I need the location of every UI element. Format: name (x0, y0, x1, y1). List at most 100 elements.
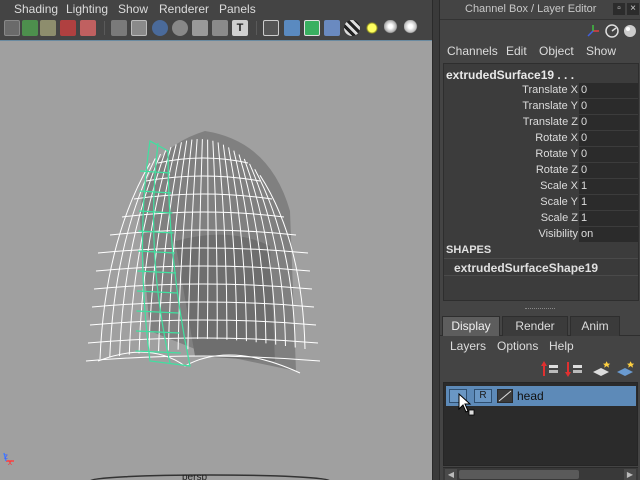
smooth-shade-icon[interactable] (284, 20, 300, 36)
bookmark-icon[interactable] (40, 20, 56, 36)
image-plane-icon[interactable] (60, 20, 76, 36)
layer-list: R head (443, 382, 638, 466)
scroll-left-icon[interactable]: ◀ (445, 469, 457, 480)
menu-panels[interactable]: Panels (219, 2, 256, 16)
attribute-name[interactable]: Rotate Z (536, 164, 578, 176)
layer-list-scrollbar[interactable]: ◀ ▶ (443, 467, 638, 480)
attribute-row: Translate Z 0 (444, 115, 638, 131)
select-camera-icon[interactable] (4, 20, 20, 36)
layer-color-swatch[interactable] (497, 389, 513, 403)
viewport-panel: Shading Lighting Show Renderer Panels T (0, 0, 432, 480)
camera-attributes-icon[interactable] (22, 20, 38, 36)
hyper-icon[interactable] (622, 23, 638, 39)
speed-icon[interactable] (604, 23, 620, 39)
axis-x-label: x (8, 458, 12, 467)
attribute-name[interactable]: Translate X (522, 84, 578, 96)
tab-display[interactable]: Display (442, 316, 500, 336)
move-layer-up-icon[interactable] (540, 360, 560, 378)
move-layer-down-icon[interactable] (564, 360, 584, 378)
panel-splitter[interactable] (432, 0, 440, 480)
shape-node-name[interactable]: extrudedSurfaceShape19 (454, 261, 598, 275)
attribute-row: Scale Z 1 (444, 211, 638, 227)
attribute-value[interactable]: 1 (579, 195, 638, 210)
attribute-value[interactable]: 1 (579, 211, 638, 226)
attribute-row: Translate Y 0 (444, 99, 638, 115)
attribute-name[interactable]: Rotate X (535, 132, 578, 144)
manipulator-icon[interactable] (585, 23, 601, 39)
menu-edit[interactable]: Edit (506, 44, 527, 58)
tab-render[interactable]: Render (502, 316, 568, 336)
default-material-icon[interactable] (324, 20, 340, 36)
attribute-name[interactable]: Translate Z (523, 116, 578, 128)
scrollbar-thumb[interactable] (459, 470, 579, 479)
attribute-name[interactable]: Scale Y (540, 196, 578, 208)
menu-channels[interactable]: Channels (447, 44, 498, 58)
attribute-value[interactable]: 0 (579, 147, 638, 162)
menu-show[interactable]: Show (118, 2, 148, 16)
channel-box-menubar: Channels Edit Object Show (440, 42, 640, 60)
layer-reference-toggle[interactable]: R (474, 389, 492, 403)
wireframe-icon[interactable] (263, 20, 279, 36)
layer-editor-menubar: Layers Options Help (440, 337, 640, 355)
attribute-name[interactable]: Rotate Y (535, 148, 578, 160)
menu-renderer[interactable]: Renderer (159, 2, 209, 16)
attribute-row: Translate X 0 (444, 83, 638, 99)
layer-editor-tabs: Display Render Anim (440, 316, 640, 336)
attribute-value[interactable]: 0 (579, 83, 638, 98)
viewport-canvas[interactable]: z x persp (0, 40, 432, 480)
shadows-icon[interactable] (384, 20, 400, 36)
attribute-row: Scale Y 1 (444, 195, 638, 211)
use-all-lights-icon[interactable] (364, 20, 380, 36)
menu-options[interactable]: Options (497, 339, 538, 353)
viewport-toolbar: T (0, 17, 432, 39)
attribute-value[interactable]: 0 (579, 163, 638, 178)
shape-node-row[interactable]: extrudedSurfaceShape19 (444, 258, 638, 276)
layer-color-slash-icon (498, 390, 512, 402)
channel-box-titlebar: Channel Box / Layer Editor ▫ × (440, 0, 640, 20)
attribute-name[interactable]: Translate Y (522, 100, 578, 112)
menu-object[interactable]: Object (539, 44, 574, 58)
layer-name[interactable]: head (517, 389, 544, 403)
viewport-menubar: Shading Lighting Show Renderer Panels (0, 0, 432, 17)
tab-anim[interactable]: Anim (570, 316, 620, 336)
grid-icon[interactable] (111, 20, 127, 36)
menu-shading[interactable]: Shading (14, 2, 58, 16)
object-name[interactable]: extrudedSurface19 . . . (446, 68, 574, 82)
channel-box-iconrow (440, 20, 640, 42)
camera-label: persp (182, 472, 207, 480)
menu-lighting[interactable]: Lighting (66, 2, 108, 16)
attribute-value[interactable]: 0 (579, 115, 638, 130)
pane-divider-handle[interactable] (440, 305, 640, 313)
attribute-value[interactable]: 0 (579, 99, 638, 114)
attribute-row: Rotate Z 0 (444, 163, 638, 179)
channel-box-panel: Channel Box / Layer Editor ▫ × Channels … (440, 0, 640, 480)
channel-box-title: Channel Box / Layer Editor (465, 3, 597, 15)
create-layer-from-selected-icon[interactable] (615, 360, 635, 378)
attribute-name[interactable]: Visibility (538, 228, 578, 240)
scroll-right-icon[interactable]: ▶ (624, 469, 636, 480)
menu-show-channels[interactable]: Show (586, 44, 616, 58)
attribute-name[interactable]: Scale X (540, 180, 578, 192)
safe-title-icon[interactable]: T (232, 20, 248, 36)
attribute-row: Rotate X 0 (444, 131, 638, 147)
film-gate-icon[interactable] (131, 20, 147, 36)
menu-layers[interactable]: Layers (450, 339, 486, 353)
safe-action-icon[interactable] (212, 20, 228, 36)
screen-space-ao-icon[interactable] (404, 20, 420, 36)
attribute-value[interactable]: on (579, 227, 638, 242)
attribute-value[interactable]: 0 (579, 131, 638, 146)
wireframe-on-shaded-icon[interactable] (304, 20, 320, 36)
resolution-gate-icon[interactable] (152, 20, 168, 36)
field-chart-icon[interactable] (192, 20, 208, 36)
textured-icon[interactable] (344, 20, 360, 36)
create-empty-layer-icon[interactable] (591, 360, 611, 378)
channel-box: extrudedSurface19 . . . Translate X 0 Tr… (443, 63, 639, 301)
shapes-header: SHAPES (446, 244, 492, 256)
attribute-value[interactable]: 1 (579, 179, 638, 194)
attribute-name[interactable]: Scale Z (541, 212, 578, 224)
close-button[interactable]: × (627, 3, 639, 15)
menu-help[interactable]: Help (549, 339, 574, 353)
gate-mask-icon[interactable] (172, 20, 188, 36)
two-d-pan-icon[interactable] (80, 20, 96, 36)
minimize-button[interactable]: ▫ (613, 3, 625, 15)
